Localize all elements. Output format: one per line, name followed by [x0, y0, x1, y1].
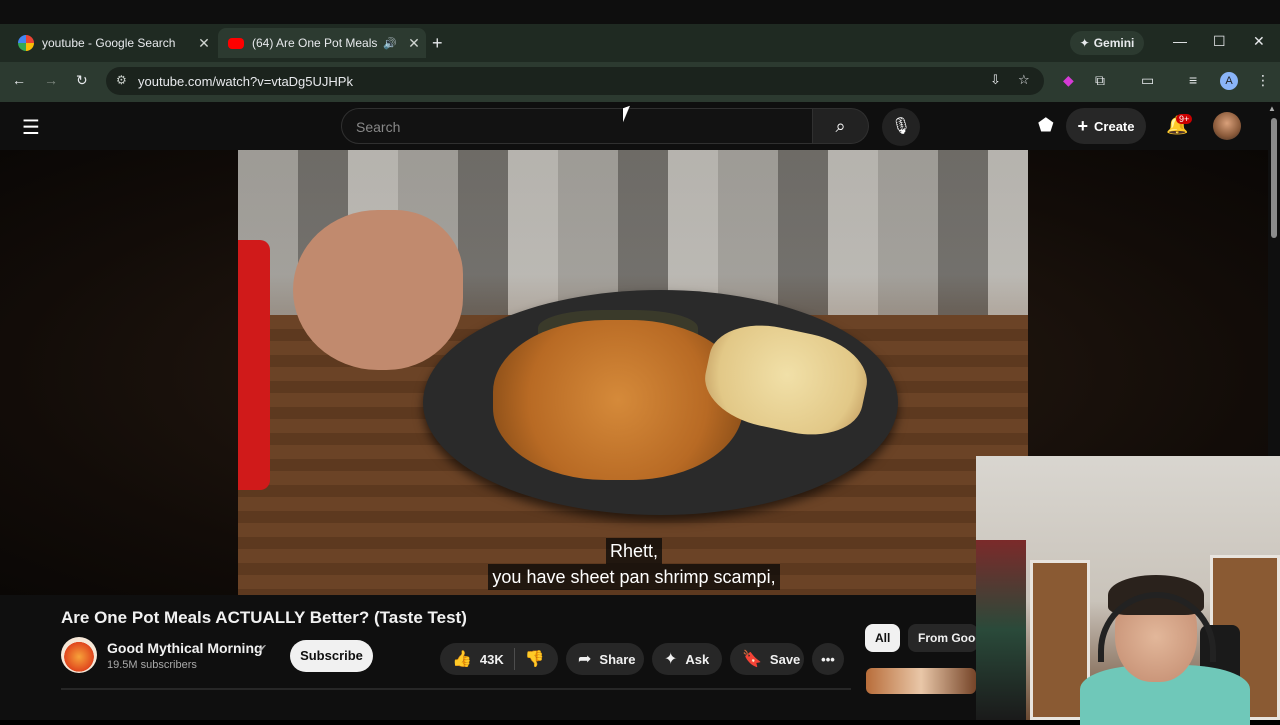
- maximize-icon[interactable]: ☐: [1213, 33, 1226, 50]
- extension-icon[interactable]: ◆: [1063, 72, 1074, 89]
- caption-line: you have sheet pan shrimp scampi,: [488, 564, 780, 590]
- minimize-icon[interactable]: —: [1173, 33, 1187, 49]
- new-tab-button[interactable]: +: [432, 33, 443, 54]
- gemini-button[interactable]: ✦ Gemini: [1070, 31, 1144, 55]
- site-info-icon[interactable]: ⚙: [116, 73, 127, 87]
- channel-avatar[interactable]: [61, 637, 97, 673]
- omnibox[interactable]: ⚙ youtube.com/watch?v=vtaDg5UJHPk ⇩ ☆: [106, 67, 1044, 95]
- webcam-background-left: [976, 540, 1026, 720]
- create-button[interactable]: + Create: [1066, 108, 1146, 144]
- ask-label: Ask: [685, 651, 710, 667]
- tab-search-icon[interactable]: ▭: [1141, 72, 1154, 89]
- youtube-icon: [228, 37, 244, 49]
- search-box[interactable]: [341, 108, 813, 144]
- close-window-icon[interactable]: ✕: [1253, 33, 1265, 50]
- menu-kebab-icon[interactable]: ⋮: [1256, 72, 1270, 89]
- video-frame[interactable]: [238, 150, 1028, 595]
- share-label: Share: [599, 651, 636, 667]
- close-tab-icon[interactable]: ✕: [192, 35, 216, 52]
- tab-youtube-video[interactable]: (64) Are One Pot Meals ACT 🔊 ✕: [218, 28, 426, 58]
- notification-badge: 9+: [1176, 114, 1193, 124]
- like-dislike-group: 👍 43K 👎: [440, 643, 558, 675]
- menu-hamburger-icon[interactable]: ☰: [22, 115, 40, 140]
- video-scene-hand: [293, 210, 463, 370]
- reload-icon[interactable]: ↻: [76, 72, 88, 89]
- microphone-icon[interactable]: 🎙: [882, 108, 920, 146]
- gemini-label: Gemini: [1093, 36, 1135, 50]
- plus-icon: +: [1077, 115, 1089, 136]
- close-tab-icon[interactable]: ✕: [402, 35, 426, 52]
- puzzle-extensions-icon[interactable]: ⧉: [1095, 72, 1105, 89]
- video-title: Are One Pot Meals ACTUALLY Better? (Tast…: [61, 608, 467, 627]
- profile-avatar[interactable]: A: [1220, 72, 1238, 90]
- divider: [513, 648, 515, 670]
- create-label: Create: [1094, 118, 1135, 134]
- install-app-icon[interactable]: ⇩: [990, 72, 1001, 88]
- mouse-cursor-icon: [623, 105, 630, 123]
- video-captions: Rhett, you have sheet pan shrimp scampi,: [475, 538, 793, 590]
- speaker-icon[interactable]: 🔊: [378, 37, 402, 50]
- scroll-up-arrow-icon[interactable]: ▲: [1268, 104, 1276, 113]
- more-horizontal-icon: •••: [821, 651, 835, 667]
- save-button[interactable]: 🔖 Save: [730, 643, 804, 675]
- subscribe-button[interactable]: Subscribe: [290, 640, 373, 672]
- search-icon[interactable]: ⌕: [813, 108, 869, 144]
- tab-title: youtube - Google Search: [42, 36, 176, 50]
- media-controls-icon[interactable]: ≡: [1189, 72, 1197, 88]
- video-scene-shrimp: [493, 320, 743, 480]
- channel-name[interactable]: Good Mythical Morning: [107, 640, 263, 656]
- save-label: Save: [769, 651, 801, 667]
- user-avatar[interactable]: [1213, 112, 1241, 140]
- tab-google-search[interactable]: youtube - Google Search ✕: [8, 28, 216, 58]
- forward-icon[interactable]: →: [44, 72, 58, 88]
- thumbs-down-icon[interactable]: 👎: [525, 649, 545, 669]
- url-text[interactable]: youtube.com/watch?v=vtaDg5UJHPk: [138, 74, 353, 89]
- chip-from-channel[interactable]: From Good: [908, 624, 978, 652]
- subscriber-count: 19.5M subscribers: [107, 659, 197, 671]
- bookmark-star-icon[interactable]: ☆: [1018, 72, 1030, 88]
- search-input[interactable]: [356, 117, 796, 137]
- bookmark-icon: 🔖: [742, 651, 762, 668]
- back-icon[interactable]: ←: [12, 72, 26, 88]
- like-count[interactable]: 43K: [480, 652, 504, 667]
- google-g-icon: [18, 35, 34, 51]
- tab-title: (64) Are One Pot Meals ACT: [252, 36, 378, 50]
- share-arrow-icon: ➦: [578, 651, 592, 668]
- scrollbar-thumb[interactable]: [1271, 118, 1277, 238]
- thumbs-up-icon[interactable]: 👍: [452, 649, 472, 669]
- ask-button[interactable]: ✦ Ask: [652, 643, 722, 675]
- sparkle-icon: ✦: [664, 651, 678, 668]
- share-button[interactable]: ➦ Share: [566, 643, 644, 675]
- sparkle-icon: ✦: [1079, 36, 1090, 50]
- premium-icon[interactable]: ⬟: [1038, 115, 1054, 136]
- more-actions-button[interactable]: •••: [812, 643, 844, 675]
- recommended-video-thumbnail[interactable]: [866, 668, 976, 694]
- caption-line: Rhett,: [605, 538, 663, 564]
- description-divider: [61, 688, 851, 690]
- chip-all[interactable]: All: [865, 624, 901, 652]
- verified-badge-icon: ✔: [258, 643, 268, 655]
- video-scene-mug: [238, 240, 270, 490]
